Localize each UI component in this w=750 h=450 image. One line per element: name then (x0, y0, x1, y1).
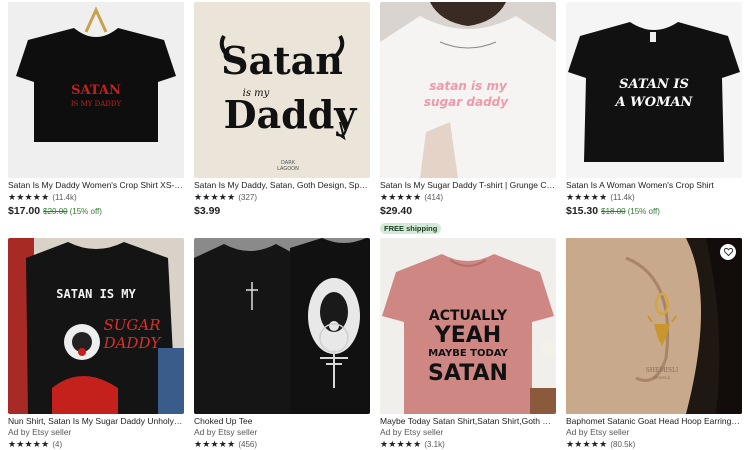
review-count: (414) (424, 193, 444, 202)
product-image[interactable]: SATAN IS A WOMAN (566, 2, 742, 178)
product-title[interactable]: Satan Is My Daddy Women's Crop Shirt XS-… (8, 180, 184, 191)
tshirt-flatlay-photo: ACTUALLY YEAH MAYBE TODAY SATAN (380, 238, 556, 414)
review-count: (3.1k) (424, 440, 445, 449)
rating: ★★★★★ (4) (8, 439, 184, 450)
price: $29.40 (380, 205, 413, 217)
shirt-print-line1: SATAN IS (619, 77, 689, 92)
shirt-print-line1: ACTUALLY (429, 308, 508, 324)
rating: ★★★★★ (80.5k) (566, 439, 742, 450)
star-rating-icon: ★★★★★ (194, 439, 236, 449)
product-card[interactable]: SATAN IS A WOMAN Satan Is A Woman Women'… (566, 2, 742, 218)
product-card[interactable]: SATAN IS MY DADDY Satan Is My Daddy Wome… (8, 2, 184, 218)
product-card[interactable]: Choked Up Tee Ad by Etsy seller ★★★★★ (4… (194, 238, 370, 450)
ad-label: Ad by Etsy seller (380, 427, 444, 437)
star-rating-icon: ★★★★★ (8, 192, 50, 202)
original-price: $20.00 (43, 207, 68, 216)
product-image[interactable]: SATAN IS MY DADDY (8, 2, 184, 178)
shirt-print-line3: MAYBE TODAY (428, 348, 508, 359)
shirt-print-line2: A WOMAN (614, 95, 694, 110)
rating: ★★★★★ (11.4k) (8, 192, 184, 203)
model-tshirt-photo: satan is my sugar daddy (380, 2, 556, 178)
shirt-print-line2: IS MY DADDY (71, 100, 122, 108)
crop-shirt-photo: SATAN IS MY DADDY (8, 2, 184, 178)
price-row: $17.00 $20.00 (15% off) (8, 205, 184, 218)
rating: ★★★★★ (3.1k) (380, 439, 556, 450)
product-title[interactable]: Maybe Today Satan Shirt,Satan Shirt,Goth… (380, 416, 556, 427)
shirt-print-line1: satan is my (429, 79, 508, 93)
rating: ★★★★★ (456) (194, 439, 370, 450)
product-title[interactable]: Choked Up Tee (194, 416, 370, 427)
product-title[interactable]: Satan Is My Daddy, Satan, Goth Design, S… (194, 180, 370, 191)
original-price: $18.00 (601, 207, 626, 216)
review-count: (11.4k) (610, 193, 635, 202)
product-card[interactable]: SATAN IS MY SUGAR DADDY Nun Shirt, Satan… (8, 238, 184, 450)
product-image[interactable]: ACTUALLY YEAH MAYBE TODAY SATAN (380, 238, 556, 414)
ad-label: Ad by Etsy seller (566, 427, 630, 437)
product-card[interactable]: ACTUALLY YEAH MAYBE TODAY SATAN Maybe To… (380, 238, 556, 450)
favorite-heart-icon[interactable] (720, 244, 736, 260)
price-row: $15.30 $18.00 (15% off) (566, 205, 742, 218)
review-count: (4) (52, 440, 63, 449)
price: $3.99 (194, 205, 221, 217)
product-image[interactable]: Satan is my Daddy DARK LAGOON (194, 2, 370, 178)
star-rating-icon: ★★★★★ (194, 192, 236, 202)
shirt-print-line1: SATAN IS MY (56, 287, 136, 301)
rating: ★★★★★ (11.4k) (566, 192, 742, 203)
product-card[interactable]: SHEMISLI JEWELS Baphomet Satanic Goat He… (566, 238, 742, 450)
star-rating-icon: ★★★★★ (8, 439, 50, 449)
product-title[interactable]: Baphomet Satanic Goat Head Hoop Earrings… (566, 416, 742, 427)
ad-label: Ad by Etsy seller (194, 427, 258, 437)
shirt-print-line2: sugar daddy (424, 95, 509, 109)
watermark-line1: SHEMISLI (646, 367, 679, 374)
discount: (15% off) (69, 207, 102, 216)
product-image[interactable]: SATAN IS MY SUGAR DADDY (8, 238, 184, 414)
tee-front-back-photo (194, 238, 370, 414)
product-title[interactable]: Nun Shirt, Satan Is My Sugar Daddy Unhol… (8, 416, 184, 427)
price-row: $29.40 (380, 205, 556, 218)
design-image: Satan is my Daddy DARK LAGOON (194, 2, 370, 178)
product-title[interactable]: Satan Is A Woman Women's Crop Shirt (566, 180, 742, 191)
star-rating-icon: ★★★★★ (380, 439, 422, 449)
ad-label: Ad by Etsy seller (8, 427, 72, 437)
shirt-print-line2: SUGAR (103, 316, 160, 334)
free-shipping-badge: FREE shipping (380, 223, 442, 234)
shirt-print-line3: DADDY (103, 334, 163, 352)
design-word-satan: Satan (221, 38, 343, 83)
design-word-daddy: Daddy (224, 92, 358, 137)
earring-photo: SHEMISLI JEWELS (566, 238, 742, 414)
product-title[interactable]: Satan Is My Sugar Daddy T-shirt | Grunge… (380, 180, 556, 191)
product-image[interactable]: satan is my sugar daddy (380, 2, 556, 178)
product-card[interactable]: satan is my sugar daddy Satan Is My Suga… (380, 2, 556, 236)
review-count: (80.5k) (610, 440, 636, 449)
review-count: (11.4k) (52, 193, 77, 202)
shirt-print-line2: YEAH (434, 323, 501, 348)
crop-shirt-photo: SATAN IS A WOMAN (566, 2, 742, 178)
rating: ★★★★★ (414) (380, 192, 556, 203)
price: $15.30 (566, 205, 599, 217)
product-card[interactable]: Satan is my Daddy DARK LAGOON Satan Is M… (194, 2, 370, 218)
star-rating-icon: ★★★★★ (566, 439, 608, 449)
shirt-print-line1: SATAN (71, 83, 121, 98)
shirt-print-line4: SATAN (428, 361, 508, 386)
product-image[interactable] (194, 238, 370, 414)
star-rating-icon: ★★★★★ (566, 192, 608, 202)
nun-shirt-photo: SATAN IS MY SUGAR DADDY (8, 238, 184, 414)
watermark-line2: JEWELS (653, 375, 671, 380)
price-row: $3.99 (194, 205, 370, 218)
review-count: (456) (238, 440, 258, 449)
rating: ★★★★★ (327) (194, 192, 370, 203)
discount: (15% off) (627, 207, 660, 216)
star-rating-icon: ★★★★★ (380, 192, 422, 202)
price: $17.00 (8, 205, 41, 217)
review-count: (327) (238, 193, 258, 202)
product-image[interactable]: SHEMISLI JEWELS (566, 238, 742, 414)
brand-logo-line2: LAGOON (277, 166, 299, 172)
